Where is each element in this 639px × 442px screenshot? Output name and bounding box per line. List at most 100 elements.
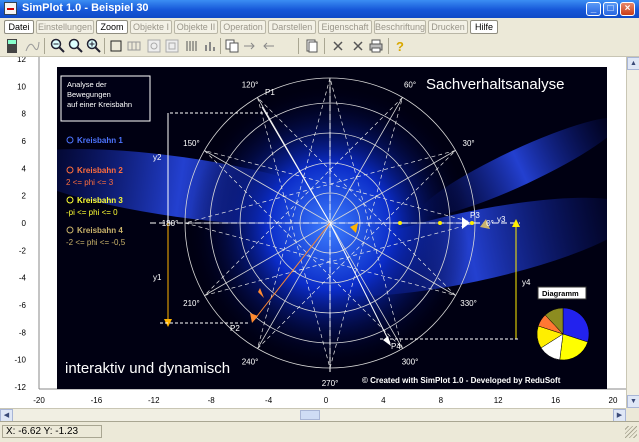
zoom-icon[interactable] bbox=[68, 38, 84, 54]
x-tick-label: -12 bbox=[148, 396, 160, 405]
toolbar-separator bbox=[44, 38, 45, 54]
point-marker bbox=[470, 221, 474, 225]
minimize-button[interactable]: _ bbox=[586, 2, 601, 16]
close-button[interactable]: × bbox=[620, 2, 635, 16]
menu-objekte-1[interactable]: Objekte I bbox=[130, 20, 172, 34]
angle-label: 120° bbox=[242, 80, 259, 89]
p2-label: P2 bbox=[230, 324, 240, 333]
point-marker bbox=[438, 221, 442, 225]
y-tick-label: -6 bbox=[19, 301, 27, 310]
horizontal-scroll-thumb[interactable] bbox=[300, 410, 320, 420]
x-tick-label: -4 bbox=[265, 396, 273, 405]
svg-text:?: ? bbox=[396, 39, 404, 54]
y-tick-label: 12 bbox=[17, 57, 26, 64]
legend-range: -2 <= phi <= -0,5 bbox=[66, 238, 126, 247]
y4-label: y4 bbox=[522, 278, 531, 287]
info-line-3: auf einer Kreisbahn bbox=[67, 100, 132, 109]
plot-canvas[interactable]: -20 -16 -12 -8 -4 0 4 8 12 16 20 12 10 8 6 4 2 0 -2 -4 -6 -8-… bbox=[0, 57, 626, 408]
status-bar: X: -6.62 Y: -1.23 bbox=[0, 421, 639, 442]
arrow-left-icon[interactable] bbox=[260, 38, 276, 54]
y-tick-label: 4 bbox=[22, 164, 27, 173]
p3-label: P3 bbox=[470, 211, 480, 220]
y-tick-label: -8 bbox=[19, 328, 27, 337]
legend-name: Kreisbahn 1 bbox=[77, 136, 123, 145]
scroll-down-button[interactable]: ▼ bbox=[627, 395, 639, 408]
menu-einstellungen[interactable]: Einstellungen bbox=[36, 20, 94, 34]
legend-range: 2 <= phi <= 3 bbox=[66, 178, 114, 187]
menu-hilfe[interactable]: Hilfe bbox=[470, 20, 498, 34]
x-tick-label: 16 bbox=[551, 396, 560, 405]
y3-label: y3 bbox=[497, 215, 506, 224]
y-tick-label: 0 bbox=[22, 219, 27, 228]
toolbar-separator bbox=[104, 38, 105, 54]
delete-all-icon[interactable] bbox=[350, 38, 366, 54]
arrow-right-icon[interactable] bbox=[242, 38, 258, 54]
title-bar: SimPlot 1.0 - Beispiel 30 _ □ × bbox=[0, 0, 639, 18]
menu-zoom[interactable]: Zoom bbox=[96, 20, 128, 34]
image-frame-icon[interactable] bbox=[164, 38, 180, 54]
credit-text: © Created with SimPlot 1.0 - Developed b… bbox=[362, 376, 561, 385]
scroll-corner bbox=[626, 408, 639, 421]
bar-chart-icon[interactable] bbox=[202, 38, 218, 54]
help-icon[interactable]: ? bbox=[392, 38, 408, 54]
plot-svg[interactable]: -20 -16 -12 -8 -4 0 4 8 12 16 20121086420-2-4-6-8-… bbox=[0, 57, 626, 408]
coordinates-readout: X: -6.62 Y: -1.23 bbox=[2, 425, 102, 438]
y-tick-label: 8 bbox=[22, 110, 27, 119]
menu-datei[interactable]: Datei bbox=[4, 20, 34, 34]
graphic-title: Sachverhaltsanalyse bbox=[426, 76, 564, 93]
pie-chart bbox=[536, 307, 590, 361]
print-icon[interactable] bbox=[368, 38, 384, 54]
curve-icon[interactable] bbox=[24, 38, 40, 54]
angle-label: 240° bbox=[242, 358, 259, 367]
p1-label: P1 bbox=[265, 88, 275, 97]
horizontal-scrollbar[interactable]: ◀ ▶ bbox=[0, 408, 626, 422]
angle-label: 180° bbox=[162, 219, 179, 228]
calculator-icon[interactable] bbox=[4, 38, 20, 54]
x-tick-label: 0 bbox=[324, 396, 329, 405]
info-line-2: Bewegungen bbox=[67, 90, 111, 99]
zoom-out-icon[interactable] bbox=[50, 38, 66, 54]
image-icon[interactable] bbox=[146, 38, 162, 54]
toolbar: ? bbox=[0, 36, 639, 57]
columns-icon[interactable] bbox=[184, 38, 200, 54]
y-tick-label: 10 bbox=[17, 82, 26, 91]
delete-icon[interactable] bbox=[330, 38, 346, 54]
legend-name: Kreisbahn 2 bbox=[77, 166, 123, 175]
info-line-1: Analyse der bbox=[67, 80, 107, 89]
maximize-button[interactable]: □ bbox=[603, 2, 618, 16]
toolbar-separator bbox=[298, 38, 299, 54]
point-marker bbox=[398, 221, 402, 225]
x-tick-label: -20 bbox=[33, 396, 45, 405]
menu-eigenschaft[interactable]: Eigenschaft bbox=[318, 20, 372, 34]
vertical-scrollbar[interactable]: ▲ ▼ bbox=[626, 57, 639, 408]
angle-label: 30° bbox=[463, 139, 475, 148]
menu-bar: Datei Einstellungen Zoom Objekte I Objek… bbox=[0, 19, 639, 35]
toolbar-separator bbox=[388, 38, 389, 54]
zoom-in-icon[interactable] bbox=[86, 38, 102, 54]
slogan-text: interaktiv und dynamisch bbox=[65, 360, 230, 377]
scroll-up-button[interactable]: ▲ bbox=[627, 57, 639, 70]
menu-darstellen[interactable]: Darstellen bbox=[268, 20, 316, 34]
toolbar-separator bbox=[220, 38, 221, 54]
angle-label: 330° bbox=[460, 299, 477, 308]
legend-name: Kreisbahn 3 bbox=[77, 196, 123, 205]
resize-grip-icon[interactable] bbox=[625, 426, 637, 438]
x-tick-label: 12 bbox=[494, 396, 503, 405]
copy-icon[interactable] bbox=[224, 38, 240, 54]
x-tick-label: 8 bbox=[439, 396, 444, 405]
y1-label: y1 bbox=[153, 273, 162, 282]
legend-name: Kreisbahn 4 bbox=[77, 226, 123, 235]
angle-label: 300° bbox=[402, 358, 419, 367]
menu-drucken[interactable]: Drucken bbox=[428, 20, 468, 34]
menu-objekte-2[interactable]: Objekte II bbox=[174, 20, 218, 34]
frame-icon[interactable] bbox=[108, 38, 124, 54]
app-icon[interactable] bbox=[4, 2, 17, 15]
y-tick-label: 2 bbox=[22, 192, 27, 201]
pages-icon[interactable] bbox=[304, 38, 320, 54]
angle-label: 60° bbox=[404, 80, 416, 89]
menu-operation[interactable]: Operation bbox=[220, 20, 266, 34]
y-tick-label: 6 bbox=[22, 137, 27, 146]
menu-beschriftung[interactable]: Beschriftung bbox=[374, 20, 426, 34]
grid-box-icon[interactable] bbox=[126, 38, 142, 54]
x-tick-label: -8 bbox=[208, 396, 216, 405]
